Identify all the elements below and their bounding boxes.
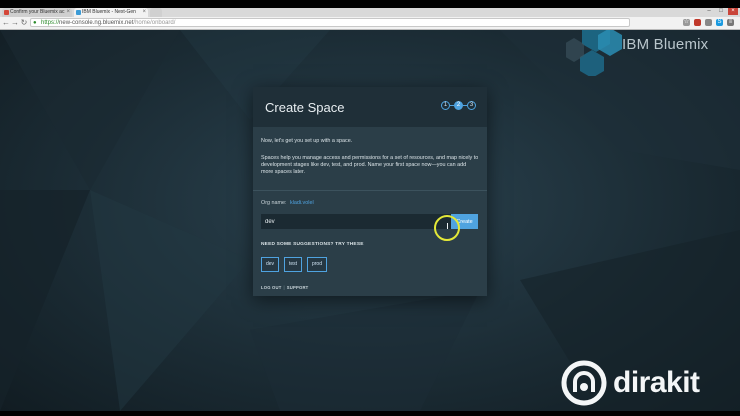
bluemix-favicon-icon <box>76 10 81 15</box>
browser-tab-bluemix[interactable]: IBM Bluemix - Next-Gen × <box>74 8 148 17</box>
letterbox-top <box>0 0 740 8</box>
logout-link[interactable]: LOG OUT <box>261 285 281 290</box>
link-separator: | <box>283 285 285 290</box>
lock-icon: ● <box>33 20 37 26</box>
mouse-highlight-ring <box>434 215 460 241</box>
tab-title: IBM Bluemix - Next-Gen <box>82 9 136 15</box>
forward-icon[interactable]: → <box>11 18 19 28</box>
suggestion-test-button[interactable]: test <box>284 257 302 272</box>
suggestions-heading: NEED SOME SUGGESTIONS? TRY THESE <box>261 242 364 247</box>
letterbox-bottom <box>0 411 740 416</box>
url-path: /home/onboard/ <box>133 20 176 26</box>
dialog-header: Create Space 1 2 3 <box>253 87 487 127</box>
step-2-active: 2 <box>454 101 463 110</box>
close-tab-icon[interactable]: × <box>142 8 146 17</box>
dialog-title: Create Space <box>265 100 345 115</box>
url-scheme: https:// <box>41 20 60 26</box>
org-name-label: Org name: <box>261 200 287 206</box>
intro-text: Now, let's get you set up with a space. <box>261 138 353 144</box>
dirakit-logo-icon <box>561 360 607 406</box>
menu-icon[interactable]: ≡ <box>727 19 734 26</box>
support-link[interactable]: SUPPORT <box>287 285 309 290</box>
gmail-favicon-icon <box>4 10 9 15</box>
step-3: 3 <box>467 101 476 110</box>
close-window-icon[interactable]: × <box>728 8 738 15</box>
step-indicator: 1 2 3 <box>441 101 476 110</box>
tab-title: Confirm your Bluemix ac <box>10 9 65 15</box>
skype-extension-icon[interactable]: S <box>716 19 723 26</box>
org-name-row: Org name: kladi.volel <box>261 200 314 206</box>
address-bar[interactable]: ● https://new-console.ng.bluemix.net/hom… <box>30 18 630 27</box>
dirakit-watermark: dirakit <box>561 360 731 410</box>
new-tab-button[interactable] <box>150 8 162 17</box>
url-host: new-console.ng.bluemix.net <box>59 20 134 26</box>
dirakit-wordmark: dirakit <box>613 366 700 399</box>
space-name-input[interactable] <box>261 214 451 229</box>
page-background: IBM Bluemix Create Space 1 2 3 Now, let'… <box>0 30 740 411</box>
description-text: Spaces help you manage access and permis… <box>261 155 479 175</box>
dialog-footer: LOG OUT | SUPPORT <box>261 285 308 290</box>
extension-icon[interactable] <box>705 19 712 26</box>
org-name-value: kladi.volel <box>289 200 314 206</box>
minimize-icon[interactable]: – <box>704 8 714 15</box>
step-1: 1 <box>441 101 450 110</box>
brand-name: IBM Bluemix <box>622 36 709 53</box>
suggestion-prod-button[interactable]: prod <box>307 257 327 272</box>
reload-icon[interactable]: ↻ <box>20 18 28 28</box>
create-space-dialog: Create Space 1 2 3 Now, let's get you se… <box>253 87 487 296</box>
suggestion-dev-button[interactable]: dev <box>261 257 279 272</box>
browser-tab-strip: Confirm your Bluemix ac × IBM Bluemix - … <box>0 8 740 17</box>
close-tab-icon[interactable]: × <box>66 8 70 17</box>
maximize-icon[interactable]: □ <box>716 8 726 15</box>
browser-tab-confirm[interactable]: Confirm your Bluemix ac × <box>2 8 72 17</box>
bluemix-hexagon-icon <box>566 30 622 76</box>
browser-toolbar: ← → ↻ ● https://new-console.ng.bluemix.n… <box>0 17 740 30</box>
divider <box>253 190 487 191</box>
extension-icon[interactable] <box>694 19 701 26</box>
ibm-bluemix-logo: IBM Bluemix <box>566 30 740 76</box>
back-icon[interactable]: ← <box>2 18 10 28</box>
bookmark-star-icon[interactable]: ☆ <box>683 19 690 26</box>
